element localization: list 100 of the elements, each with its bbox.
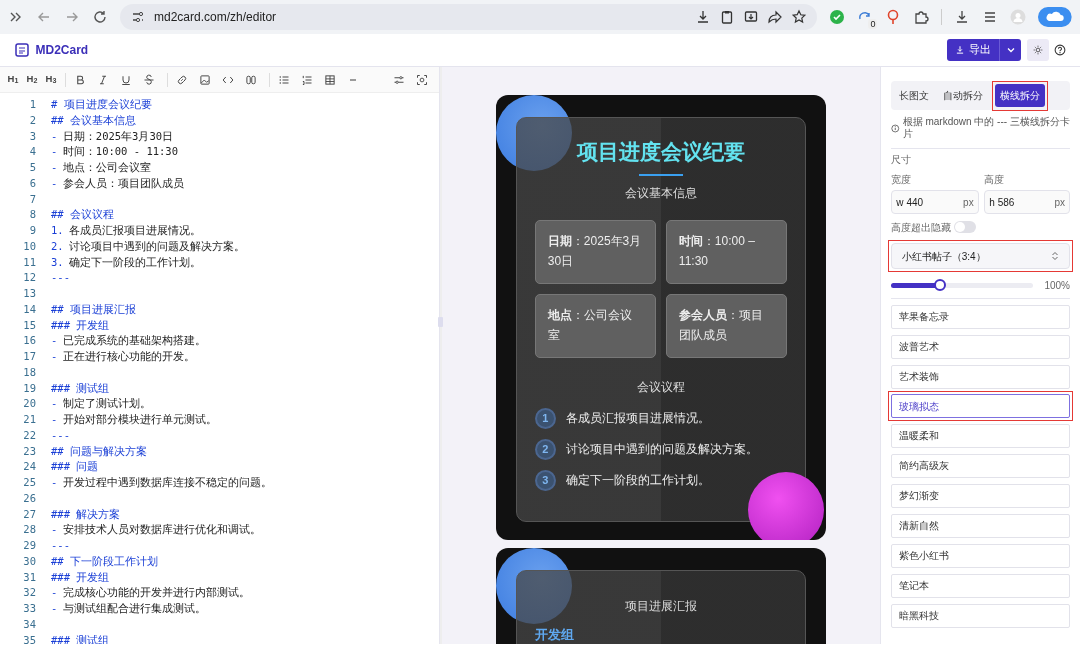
size-input[interactable]: 440 [903, 194, 964, 210]
list-marker: - [51, 334, 58, 347]
underline-icon[interactable] [120, 73, 132, 86]
list-text: 与测试组配合进行集成测试。 [62, 602, 206, 614]
export-button[interactable]: 导出 [947, 39, 999, 61]
line-number: 18 [22, 364, 36, 380]
share-icon[interactable] [767, 9, 784, 25]
address-bar[interactable]: md2card.com/zh/editor [120, 4, 818, 30]
size-input[interactable]: 586 [994, 194, 1055, 210]
export-menu-button[interactable] [999, 39, 1021, 61]
resize-handle[interactable] [437, 317, 443, 327]
line-number: 11 [22, 254, 36, 270]
line-number: 4 [28, 144, 36, 160]
size-field[interactable]: h 586 px [984, 190, 1070, 214]
image-icon[interactable] [199, 73, 211, 86]
style-option[interactable]: 温暖柔和 [891, 423, 1070, 448]
size-select[interactable]: 小红书帖子（3:4） [890, 243, 1071, 269]
mode-tab[interactable]: 横线拆分 [995, 83, 1046, 107]
save-page-icon[interactable] [743, 9, 760, 25]
heading-line: ## 项目进展汇报 [51, 302, 136, 315]
quote-icon[interactable] [245, 73, 257, 86]
line-number: 14 [22, 301, 36, 317]
number-badge: 3 [534, 469, 556, 491]
list-text: 制定了测试计划。 [62, 397, 151, 410]
list-text: 参会人员：项目团队成员 [62, 176, 184, 189]
italic-icon[interactable] [97, 73, 109, 86]
list-marker: - [51, 145, 58, 158]
field-prefix: w [896, 195, 904, 210]
help-icon[interactable] [1054, 44, 1066, 56]
size-field[interactable]: w 440 px [891, 190, 979, 214]
card-subtitle: 项目进展汇报 [623, 598, 698, 615]
toggle-switch[interactable] [953, 221, 976, 233]
heading-line: ## 会议基本信息 [51, 113, 136, 126]
line-number: 9 [28, 223, 36, 238]
list-text: 日期：2025年3月30日 [62, 129, 174, 142]
logo-icon [14, 42, 30, 58]
list-text: 开始对部分模块进行单元测试。 [62, 413, 217, 425]
field-prefix: h [989, 195, 995, 210]
list-marker: 1. [51, 224, 64, 236]
style-option[interactable]: 紫色小红书 [891, 543, 1070, 568]
list-text: 完成核心功能的开发并进行内部测试。 [62, 586, 250, 599]
caret-icon [1006, 46, 1015, 54]
section-heading: 开发组 [534, 626, 575, 644]
heading-button[interactable]: H$_{1}$ [5, 71, 21, 88]
style-option[interactable]: 艺术装饰 [891, 364, 1070, 389]
number-badge: 2 [534, 438, 556, 460]
link-icon[interactable] [176, 73, 188, 86]
bullet-list-icon[interactable] [278, 73, 290, 86]
style-option[interactable]: 暗黑科技 [891, 603, 1070, 628]
section-label: 尺寸 [891, 152, 913, 167]
mode-tab[interactable]: 长图文 [894, 84, 935, 107]
list-text: 各成员汇报项目进展情况。 [69, 224, 202, 236]
zoom-reading: 100% [1044, 278, 1070, 293]
list-marker: - [51, 523, 58, 536]
style-option[interactable]: 波普艺术 [891, 334, 1070, 359]
list-text: 时间：10:00 - 11:30 [62, 145, 178, 158]
reload-icon[interactable] [92, 9, 108, 25]
line-number: 23 [22, 443, 36, 459]
zoom-slider[interactable] [891, 282, 1034, 288]
app-logo[interactable]: MD2Card [35, 41, 89, 59]
line-number: 24 [22, 459, 36, 475]
line-number: 2 [28, 112, 36, 128]
list-marker: - [51, 397, 58, 410]
heading-button[interactable]: H$_{3}$ [43, 71, 59, 88]
theme-button[interactable] [1026, 39, 1049, 61]
list-marker: 2. [51, 239, 64, 252]
agenda-text: 讨论项目中遇到的问题及解决方案。 [565, 441, 758, 458]
agenda-text: 各成员汇报项目进展情况。 [565, 410, 710, 427]
section-title: 会议议程 [635, 378, 686, 396]
style-option[interactable]: 笔记本 [891, 573, 1070, 598]
line-number: 27 [22, 506, 36, 522]
style-option[interactable]: 清新自然 [891, 513, 1070, 538]
unit-label: px [963, 195, 974, 210]
numbered-list-icon[interactable] [301, 73, 313, 86]
settings-icon[interactable] [392, 73, 405, 86]
line-number: 16 [22, 333, 36, 349]
style-option[interactable]: 玻璃拟态 [890, 394, 1071, 418]
info-card: 时间：10:00 – 11:30 [665, 219, 787, 284]
table-icon[interactable] [324, 73, 336, 86]
style-option[interactable]: 苹果备忘录 [891, 304, 1070, 329]
line-number: 17 [22, 349, 36, 364]
heading-button[interactable]: H$_{2}$ [24, 71, 40, 88]
strikethrough-icon[interactable] [143, 73, 155, 86]
download-icon [955, 45, 965, 55]
number-badge: 1 [534, 407, 556, 429]
line-number: 35 [22, 632, 36, 644]
extension-icon[interactable] [829, 9, 846, 25]
fullscreen-icon[interactable] [415, 73, 428, 86]
line-number: 15 [22, 317, 36, 333]
cloud-button[interactable] [1038, 7, 1072, 27]
style-option[interactable]: 简约高级灰 [891, 453, 1070, 478]
site-settings-icon[interactable] [130, 9, 146, 25]
mode-tab[interactable]: 自动拆分 [938, 84, 989, 107]
puzzle-icon[interactable] [913, 9, 930, 25]
style-option[interactable]: 梦幻渐变 [891, 483, 1070, 508]
heading-line: ### 解决方案 [51, 507, 121, 520]
card-subtitle: 会议基本信息 [623, 184, 698, 202]
field-label: 高度 [984, 173, 1006, 188]
bold-icon[interactable] [74, 73, 86, 86]
star-icon[interactable] [791, 9, 808, 25]
